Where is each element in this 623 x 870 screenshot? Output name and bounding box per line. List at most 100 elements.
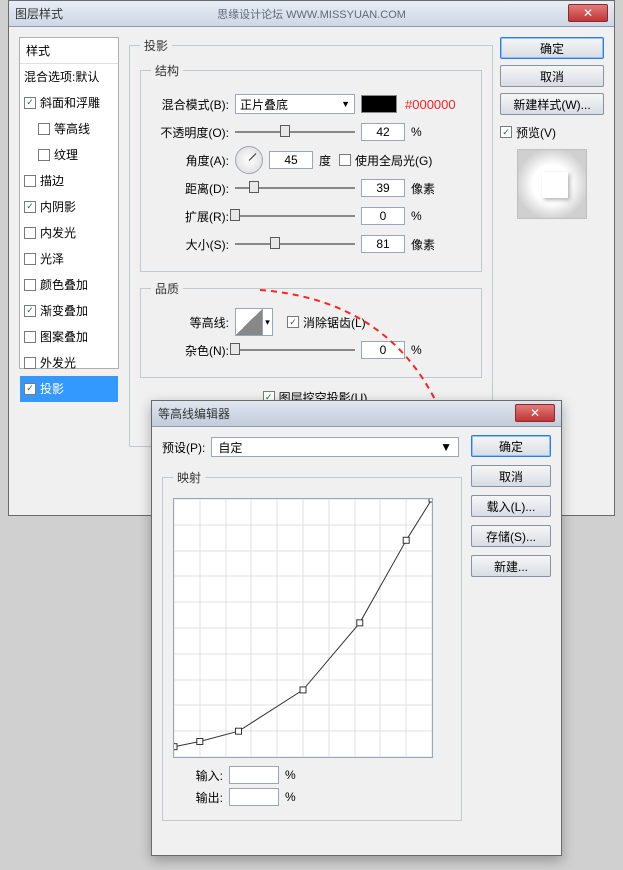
curve-svg [174,499,432,757]
curve-editor[interactable] [173,498,433,758]
styles-header: 样式 [20,38,118,64]
input-unit: % [285,768,296,782]
checkbox-icon[interactable]: ✓ [24,305,36,317]
close-icon: ✕ [583,6,593,20]
checkbox-icon[interactable]: ✓ [287,316,299,328]
output-unit: % [285,790,296,804]
checkbox-icon[interactable] [24,279,36,291]
style-item-outerglow[interactable]: 外发光 [20,350,118,376]
opacity-label: 不透明度(O): [151,124,229,141]
style-item-dropshadow[interactable]: ✓投影 [20,376,118,402]
curve-handle[interactable] [357,620,363,626]
load-button[interactable]: 载入(L)... [471,495,551,517]
style-item-innershadow[interactable]: ✓内阴影 [20,194,118,220]
distance-label: 距离(D): [151,180,229,197]
preview-label: 预览(V) [516,124,556,141]
preset-label: 预设(P): [162,439,205,456]
style-item-stroke[interactable]: 描边 [20,168,118,194]
style-item-innerglow[interactable]: 内发光 [20,220,118,246]
checkbox-icon[interactable]: ✓ [24,383,36,395]
angle-value[interactable]: 45 [269,151,313,169]
noise-label: 杂色(N): [151,342,229,359]
checkbox-icon[interactable]: ✓ [500,126,512,138]
structure-group: 结构 混合模式(B): 正片叠底▼ #000000 不透明度(O): 42 % [140,62,482,272]
titlebar: 等高线编辑器 ✕ [152,401,561,427]
checkbox-icon[interactable] [24,331,36,343]
dialog-title: 图层样式 [15,5,63,22]
main-group-legend: 投影 [140,37,172,54]
input-label: 输入: [173,767,223,784]
titlebar: 图层样式 思缘设计论坛 WWW.MISSYUAN.COM ✕ [9,1,614,27]
color-swatch[interactable] [361,95,397,113]
spread-slider[interactable] [235,207,355,225]
checkbox-icon[interactable] [24,227,36,239]
quality-legend: 品质 [151,280,183,297]
save-button[interactable]: 存储(S)... [471,525,551,547]
contour-editor-dialog: 等高线编辑器 ✕ 预设(P): 自定▼ 映射 输入:% 输出:% [151,400,562,856]
noise-value[interactable]: 0 [361,341,405,359]
noise-slider[interactable] [235,341,355,359]
main-group: 投影 结构 混合模式(B): 正片叠底▼ #000000 不透明度(O): 42… [129,37,493,447]
cancel-button[interactable]: 取消 [500,65,604,87]
angle-label: 角度(A): [151,152,229,169]
input-value[interactable] [229,766,279,784]
blend-mode-combo[interactable]: 正片叠底▼ [235,94,355,114]
global-light-label: 使用全局光(G) [355,152,432,169]
cancel-button[interactable]: 取消 [471,465,551,487]
checkbox-icon[interactable]: ✓ [24,97,36,109]
angle-unit: 度 [319,152,331,169]
new-style-button[interactable]: 新建样式(W)... [500,93,604,115]
ok-button[interactable]: 确定 [471,435,551,457]
preset-combo[interactable]: 自定▼ [211,437,459,457]
checkbox-icon[interactable] [24,175,36,187]
mapping-legend: 映射 [173,469,205,486]
size-value[interactable]: 81 [361,235,405,253]
curve-handle[interactable] [236,728,242,734]
preview-swatch [517,149,587,219]
curve-handle[interactable] [300,687,306,693]
curve-handle[interactable] [403,537,409,543]
contour-right-panel: 确定 取消 载入(L)... 存储(S)... 新建... [471,435,551,585]
style-item-coloroverlay[interactable]: 颜色叠加 [20,272,118,298]
distance-value[interactable]: 39 [361,179,405,197]
checkbox-icon[interactable] [24,357,36,369]
chevron-down-icon[interactable]: ▾ [262,309,272,335]
contour-picker[interactable]: ▾ [235,308,273,336]
distance-unit: 像素 [411,180,435,197]
noise-unit: % [411,343,422,357]
style-item-contour[interactable]: 等高线 [20,116,118,142]
right-panel: 确定 取消 新建样式(W)... ✓ 预览(V) [500,37,604,219]
size-slider[interactable] [235,235,355,253]
checkbox-icon[interactable]: ✓ [24,201,36,213]
output-value[interactable] [229,788,279,806]
antialias-label: 消除锯齿(L) [303,314,366,331]
mapping-group: 映射 输入:% 输出:% [162,469,462,821]
spread-value[interactable]: 0 [361,207,405,225]
close-button[interactable]: ✕ [568,4,608,22]
curve-handle[interactable] [429,499,432,502]
structure-legend: 结构 [151,62,183,79]
style-item-texture[interactable]: 纹理 [20,142,118,168]
distance-slider[interactable] [235,179,355,197]
style-item-satin[interactable]: 光泽 [20,246,118,272]
style-item-bevel[interactable]: ✓斜面和浮雕 [20,90,118,116]
opacity-slider[interactable] [235,123,355,141]
checkbox-icon[interactable] [339,154,351,166]
dialog-title: 等高线编辑器 [158,405,230,422]
curve-handle[interactable] [197,739,203,745]
brand-text: 思缘设计论坛 WWW.MISSYUAN.COM [217,6,406,22]
checkbox-icon[interactable] [38,123,50,135]
curve-handle[interactable] [174,744,177,750]
new-button[interactable]: 新建... [471,555,551,577]
style-item-gradientoverlay[interactable]: ✓渐变叠加 [20,298,118,324]
close-button[interactable]: ✕ [515,404,555,422]
checkbox-icon[interactable] [24,253,36,265]
blend-options-default[interactable]: 混合选项:默认 [20,64,118,90]
ok-button[interactable]: 确定 [500,37,604,59]
opacity-unit: % [411,125,422,139]
contour-shape-icon [236,309,262,335]
style-item-patternoverlay[interactable]: 图案叠加 [20,324,118,350]
angle-dial[interactable] [235,146,263,174]
opacity-value[interactable]: 42 [361,123,405,141]
checkbox-icon[interactable] [38,149,50,161]
